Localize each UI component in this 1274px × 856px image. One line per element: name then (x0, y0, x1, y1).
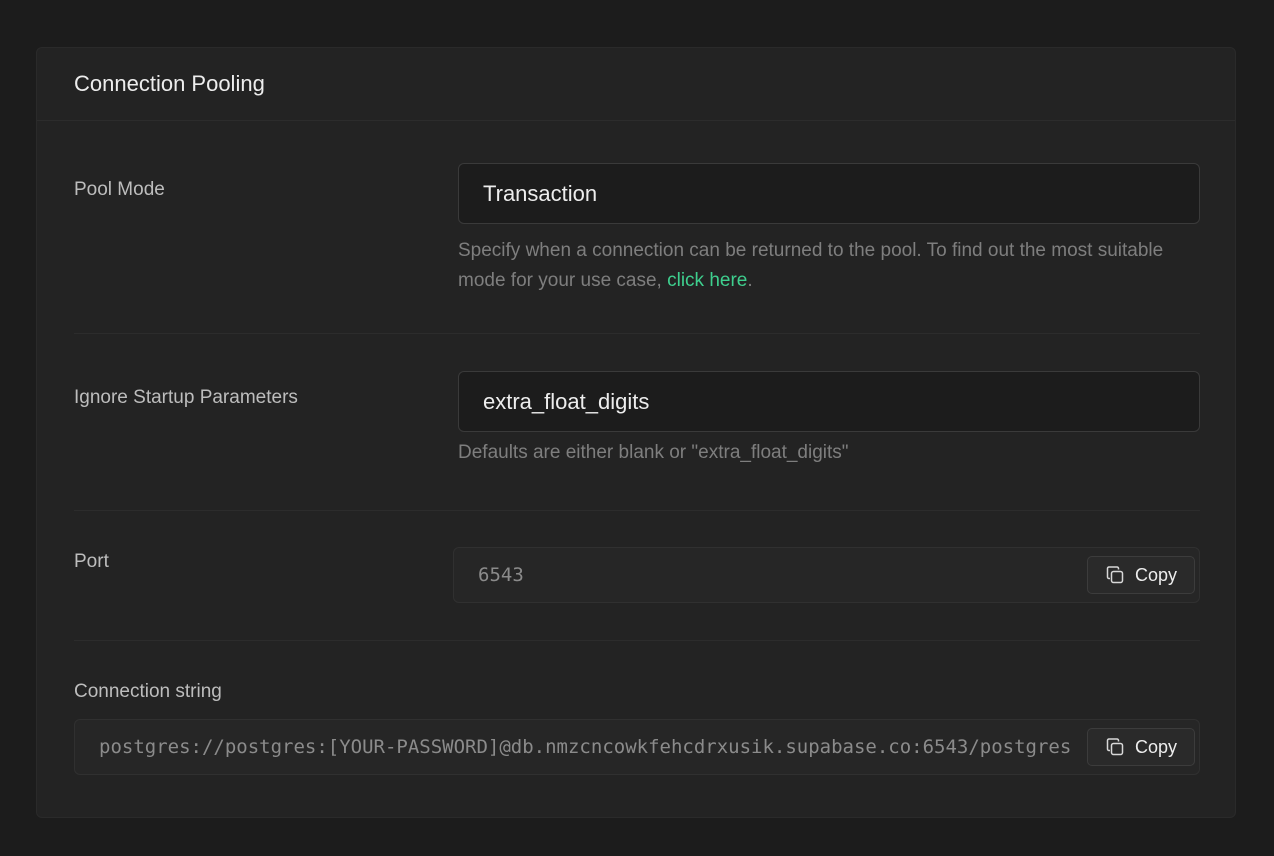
copy-button-label: Copy (1134, 736, 1178, 757)
port-field[interactable]: 6543 Copy (453, 547, 1200, 603)
pool-mode-help-text: Specify when a connection can be returne… (458, 240, 1164, 291)
port-label: Port (74, 551, 109, 572)
pool-mode-help: Specify when a connection can be returne… (458, 236, 1200, 296)
pool-mode-label: Pool Mode (74, 179, 165, 200)
connection-pooling-panel: Connection Pooling Pool Mode Transaction… (36, 47, 1236, 818)
divider (74, 640, 1200, 641)
connection-string-copy-button[interactable]: Copy (1087, 728, 1195, 766)
copy-icon (1106, 738, 1124, 756)
copy-button-label: Copy (1134, 564, 1178, 585)
connection-string-field[interactable]: postgres://postgres:[YOUR-PASSWORD]@db.n… (74, 719, 1200, 775)
ignore-startup-input[interactable]: extra_float_digits (458, 371, 1200, 432)
ignore-startup-help: Defaults are either blank or "extra_floa… (458, 442, 849, 463)
connection-string-row: Connection string postgres://postgres:[Y… (74, 679, 1200, 779)
ignore-startup-value: extra_float_digits (483, 388, 650, 414)
pool-mode-help-link[interactable]: click here (667, 270, 747, 291)
pool-mode-help-suffix: . (747, 270, 753, 291)
connection-string-label: Connection string (74, 681, 222, 702)
pool-mode-row: Pool Mode Transaction Specify when a con… (74, 163, 1200, 333)
port-row: Port 6543 Copy (74, 547, 1200, 605)
pool-mode-value: Transaction (483, 180, 598, 206)
divider (74, 510, 1200, 511)
divider (74, 333, 1200, 334)
panel-header: Connection Pooling (37, 48, 1235, 121)
copy-icon (1106, 566, 1124, 584)
connection-string-value: postgres://postgres:[YOUR-PASSWORD]@db.n… (99, 736, 1072, 758)
ignore-startup-label: Ignore Startup Parameters (74, 387, 298, 408)
panel-title: Connection Pooling (74, 71, 265, 96)
ignore-startup-row: Ignore Startup Parameters extra_float_di… (74, 371, 1200, 511)
pool-mode-select[interactable]: Transaction (458, 163, 1200, 224)
port-copy-button[interactable]: Copy (1087, 556, 1195, 594)
